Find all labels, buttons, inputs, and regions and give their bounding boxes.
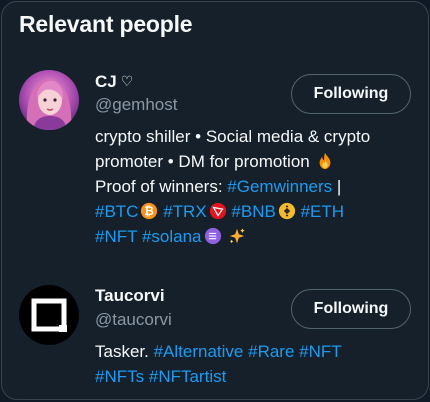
display-name-text: Taucorvi [95, 286, 165, 305]
bitcoin-icon: ₿ [141, 202, 158, 220]
hashtag-link[interactable]: #NFT [299, 342, 342, 361]
tron-icon [209, 202, 226, 220]
hashtag-link[interactable]: #NFTartist [149, 367, 226, 386]
bio-line: promoter • DM for promotion [95, 149, 415, 174]
bio-line: crypto shiller • Social media & crypto [95, 127, 371, 146]
avatar[interactable] [19, 285, 79, 345]
bio-line: #BTC ₿ #TRX #BNB #ETH [95, 199, 415, 224]
hashtag-link[interactable]: #ETH [301, 202, 344, 221]
following-button[interactable]: Following [291, 74, 411, 114]
bio-line: Tasker. #Alternative #Rare #NFT [95, 339, 415, 364]
hashtag-link[interactable]: #Rare [248, 342, 294, 361]
avatar[interactable] [19, 70, 79, 130]
bio-line: #NFT #solana [95, 224, 415, 249]
fire-icon [320, 152, 331, 170]
solana-icon [204, 227, 221, 245]
hashtag-link[interactable]: #NFTs [95, 367, 144, 386]
bio-text: Tasker. [95, 342, 154, 361]
display-name[interactable]: CJ ♡ [95, 70, 133, 93]
heart-symbol: ♡ [120, 73, 134, 89]
bio-text: Proof of winners: [95, 177, 228, 196]
avatar-image [19, 70, 79, 130]
bio-text: | [332, 177, 342, 196]
user-bio: crypto shiller • Social media & crypto p… [95, 124, 415, 249]
svg-text:₿: ₿ [145, 204, 155, 218]
user-handle[interactable]: @taucorvi [95, 309, 172, 331]
bio-text: promoter • DM for promotion [95, 152, 310, 171]
avatar-image [19, 285, 79, 345]
hashtag-link[interactable]: #solana [142, 227, 202, 246]
hashtag-link[interactable]: #BNB [231, 202, 275, 221]
hashtag-link[interactable]: #Gemwinners [227, 177, 332, 196]
display-name[interactable]: Taucorvi [95, 285, 165, 307]
hashtag-link[interactable]: #TRX [163, 202, 206, 221]
hashtag-link[interactable]: #NFT [95, 227, 137, 246]
display-name-text: CJ [95, 72, 117, 91]
following-button[interactable]: Following [291, 289, 411, 329]
sparkles-icon [230, 228, 245, 244]
bio-line: #NFTs #NFTartist [95, 364, 415, 389]
relevant-people-panel: Relevant people CJ ♡ @gemhost Following … [1, 1, 429, 400]
hashtag-link[interactable]: #Alternative [154, 342, 244, 361]
bnb-icon [278, 202, 295, 220]
hashtag-link[interactable]: #BTC [95, 202, 138, 221]
user-bio: Tasker. #Alternative #Rare #NFT #NFTs #N… [95, 339, 415, 389]
panel-title: Relevant people [19, 11, 193, 37]
bio-line: Proof of winners: #Gemwinners | [95, 174, 415, 199]
user-handle[interactable]: @gemhost [95, 94, 177, 116]
